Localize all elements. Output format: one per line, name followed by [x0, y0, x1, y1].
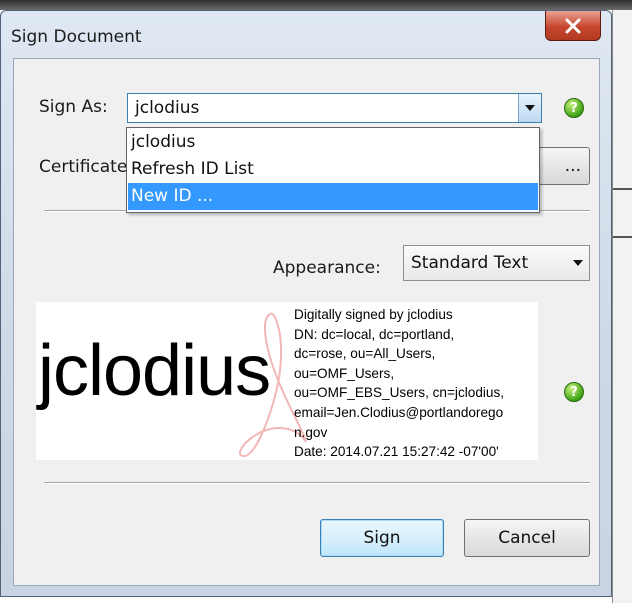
background-window-edge	[612, 10, 632, 603]
sign-button-label: Sign	[363, 528, 401, 548]
chevron-down-icon[interactable]	[518, 94, 541, 122]
signature-detail-line: n.gov	[294, 424, 328, 440]
dropdown-item-refresh-id-list[interactable]: Refresh ID List	[128, 156, 538, 183]
certificate-label: Certificate	[39, 157, 128, 177]
cancel-button-label: Cancel	[498, 528, 556, 548]
help-icon[interactable]: ?	[564, 98, 584, 118]
close-icon	[565, 18, 581, 33]
signature-detail-line: Date: 2014.07.21 15:27:42 -07'00'	[294, 444, 499, 460]
close-button[interactable]	[545, 11, 601, 41]
help-glyph: ?	[570, 100, 578, 116]
dropdown-item-jclodius[interactable]: jclodius	[128, 129, 538, 156]
separator	[44, 482, 590, 484]
signature-detail-line: email=Jen.Clodius@portlandoregо	[294, 404, 504, 420]
signature-preview: jclodius Digitally signed by jclodius DN…	[36, 302, 538, 460]
signature-name: jclodius	[38, 331, 271, 411]
dialog-title: Sign Document	[11, 27, 142, 47]
signature-detail-line: DN: dc=local, dc=portland,	[294, 326, 455, 342]
sign-button[interactable]: Sign	[320, 519, 444, 557]
background-divider	[613, 188, 632, 190]
chevron-down-icon[interactable]	[567, 246, 589, 280]
signature-details: Digitally signed by jclodius DN: dc=loca…	[294, 305, 538, 460]
certificate-button-label: ...	[564, 156, 581, 176]
help-icon[interactable]: ?	[564, 382, 584, 402]
signature-detail-line: ou=OMF_EBS_Users, cn=jclodius,	[294, 385, 505, 401]
background-window-bar	[0, 0, 632, 10]
sign-as-dropdown[interactable]: jclodius	[127, 93, 542, 123]
appearance-label: Appearance:	[273, 258, 381, 278]
sign-as-label: Sign As:	[39, 97, 108, 117]
appearance-dropdown[interactable]: Standard Text	[403, 245, 590, 281]
sign-as-value: jclodius	[135, 98, 200, 118]
signature-detail-line: dc=rose, ou=All_Users,	[294, 346, 436, 362]
sign-as-dropdown-list: jclodius Refresh ID List New ID ...	[126, 127, 540, 213]
signature-detail-line: Digitally signed by jclodius	[294, 307, 453, 322]
title-bar[interactable]: Sign Document	[1, 11, 611, 57]
dropdown-item-new-id[interactable]: New ID ...	[128, 183, 538, 210]
help-glyph: ?	[570, 384, 578, 400]
cancel-button[interactable]: Cancel	[464, 519, 590, 557]
appearance-value: Standard Text	[411, 253, 529, 273]
background-divider	[613, 236, 632, 238]
signature-detail-line: ou=OMF_Users,	[294, 365, 395, 381]
